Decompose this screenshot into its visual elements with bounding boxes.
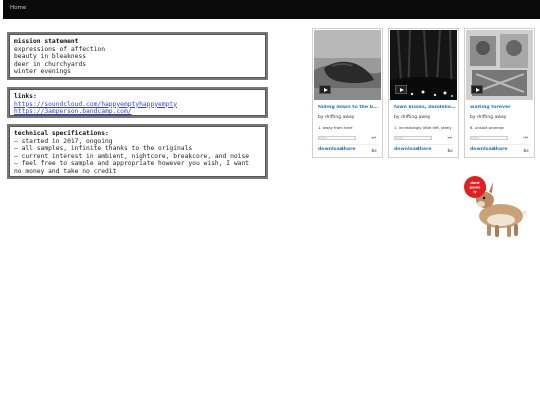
album-art[interactable]: [314, 30, 381, 100]
artist-name: by drifting away: [318, 115, 355, 120]
track-progress-bar[interactable]: [394, 136, 432, 140]
mission-line: beauty in bleakness: [14, 53, 87, 61]
download-link[interactable]: download: [318, 147, 343, 152]
play-button[interactable]: [395, 85, 407, 94]
bandcamp-logo-icon[interactable]: bc: [372, 148, 377, 153]
play-button[interactable]: [471, 85, 483, 94]
album-title-link[interactable]: fawn kisses, dandelion seeds: [394, 105, 456, 110]
mission-line: deer in churchyards: [14, 60, 87, 68]
album-art[interactable]: [466, 30, 533, 100]
bandcamp-logo-icon[interactable]: bc: [524, 148, 529, 153]
spec-line: no money and take no credit: [14, 167, 117, 175]
svg-text:panic: panic: [470, 186, 481, 190]
mission-line: winter evenings: [14, 68, 71, 76]
play-button[interactable]: [319, 85, 331, 94]
current-track: 1. increasingly little left, lately: [394, 125, 452, 130]
download-link[interactable]: download: [470, 147, 495, 152]
technical-specifications-panel: technical specifications: — started in 2…: [7, 124, 268, 179]
download-link[interactable]: download: [394, 147, 419, 152]
share-link[interactable]: share: [417, 147, 432, 152]
home-link[interactable]: Home: [10, 5, 26, 11]
share-link[interactable]: share: [341, 147, 356, 152]
spec-line: — current interest in ambient, nightcore…: [14, 152, 250, 160]
spec-line: — feel free to sample and appropriate ho…: [14, 160, 250, 168]
track-progress-bar[interactable]: [470, 136, 508, 140]
mission-heading: mission statement: [14, 38, 79, 45]
track-progress-bar[interactable]: [318, 136, 356, 140]
bandcamp-link[interactable]: https://3amperson.bandcamp.com/: [14, 108, 261, 116]
next-track-icon[interactable]: ⏭: [447, 135, 452, 141]
divider: [470, 144, 529, 145]
divider: [394, 144, 453, 145]
share-link[interactable]: share: [493, 147, 508, 152]
bandcamp-logo-icon[interactable]: bc: [448, 148, 453, 153]
album-title-link[interactable]: falling down to the bottom: [318, 105, 380, 110]
mission-statement-panel: mission statement expressions of affecti…: [7, 32, 268, 80]
current-track: 6. unsaid promise: [470, 125, 504, 130]
top-nav-bar: Home: [3, 0, 540, 19]
deer-plush-sticker-image: dont panic ly: [461, 174, 531, 240]
soundcloud-link[interactable]: https://soundcloud.com/happyemptyhappyem…: [14, 101, 261, 109]
mission-line: expressions of affection: [14, 45, 105, 53]
album-art[interactable]: [390, 30, 457, 100]
spec-line: — started in 2017, ongoing: [14, 137, 113, 145]
bandcamp-player-2: fawn kisses, dandelion seeds by drifting…: [388, 28, 459, 158]
previous-track-icon[interactable]: ⏮: [523, 135, 528, 141]
links-heading: links:: [14, 93, 37, 100]
bandcamp-player-3: waiting forever by drifting away 6. unsa…: [464, 28, 535, 158]
artist-name: by drifting away: [394, 115, 431, 120]
links-panel: links: https://soundcloud.com/happyempty…: [7, 87, 268, 118]
spec-line: — all samples, infinite thanks to the or…: [14, 145, 193, 153]
artist-name: by drifting away: [470, 115, 507, 120]
bandcamp-player-1: falling down to the bottom by drifting a…: [312, 28, 383, 158]
specs-heading: technical specifications:: [14, 130, 109, 137]
album-title-link[interactable]: waiting forever: [470, 105, 532, 110]
divider: [318, 144, 377, 145]
svg-text:dont: dont: [470, 181, 480, 185]
current-track: 1. away from here: [318, 125, 353, 130]
next-track-icon[interactable]: ⏭: [371, 135, 376, 141]
